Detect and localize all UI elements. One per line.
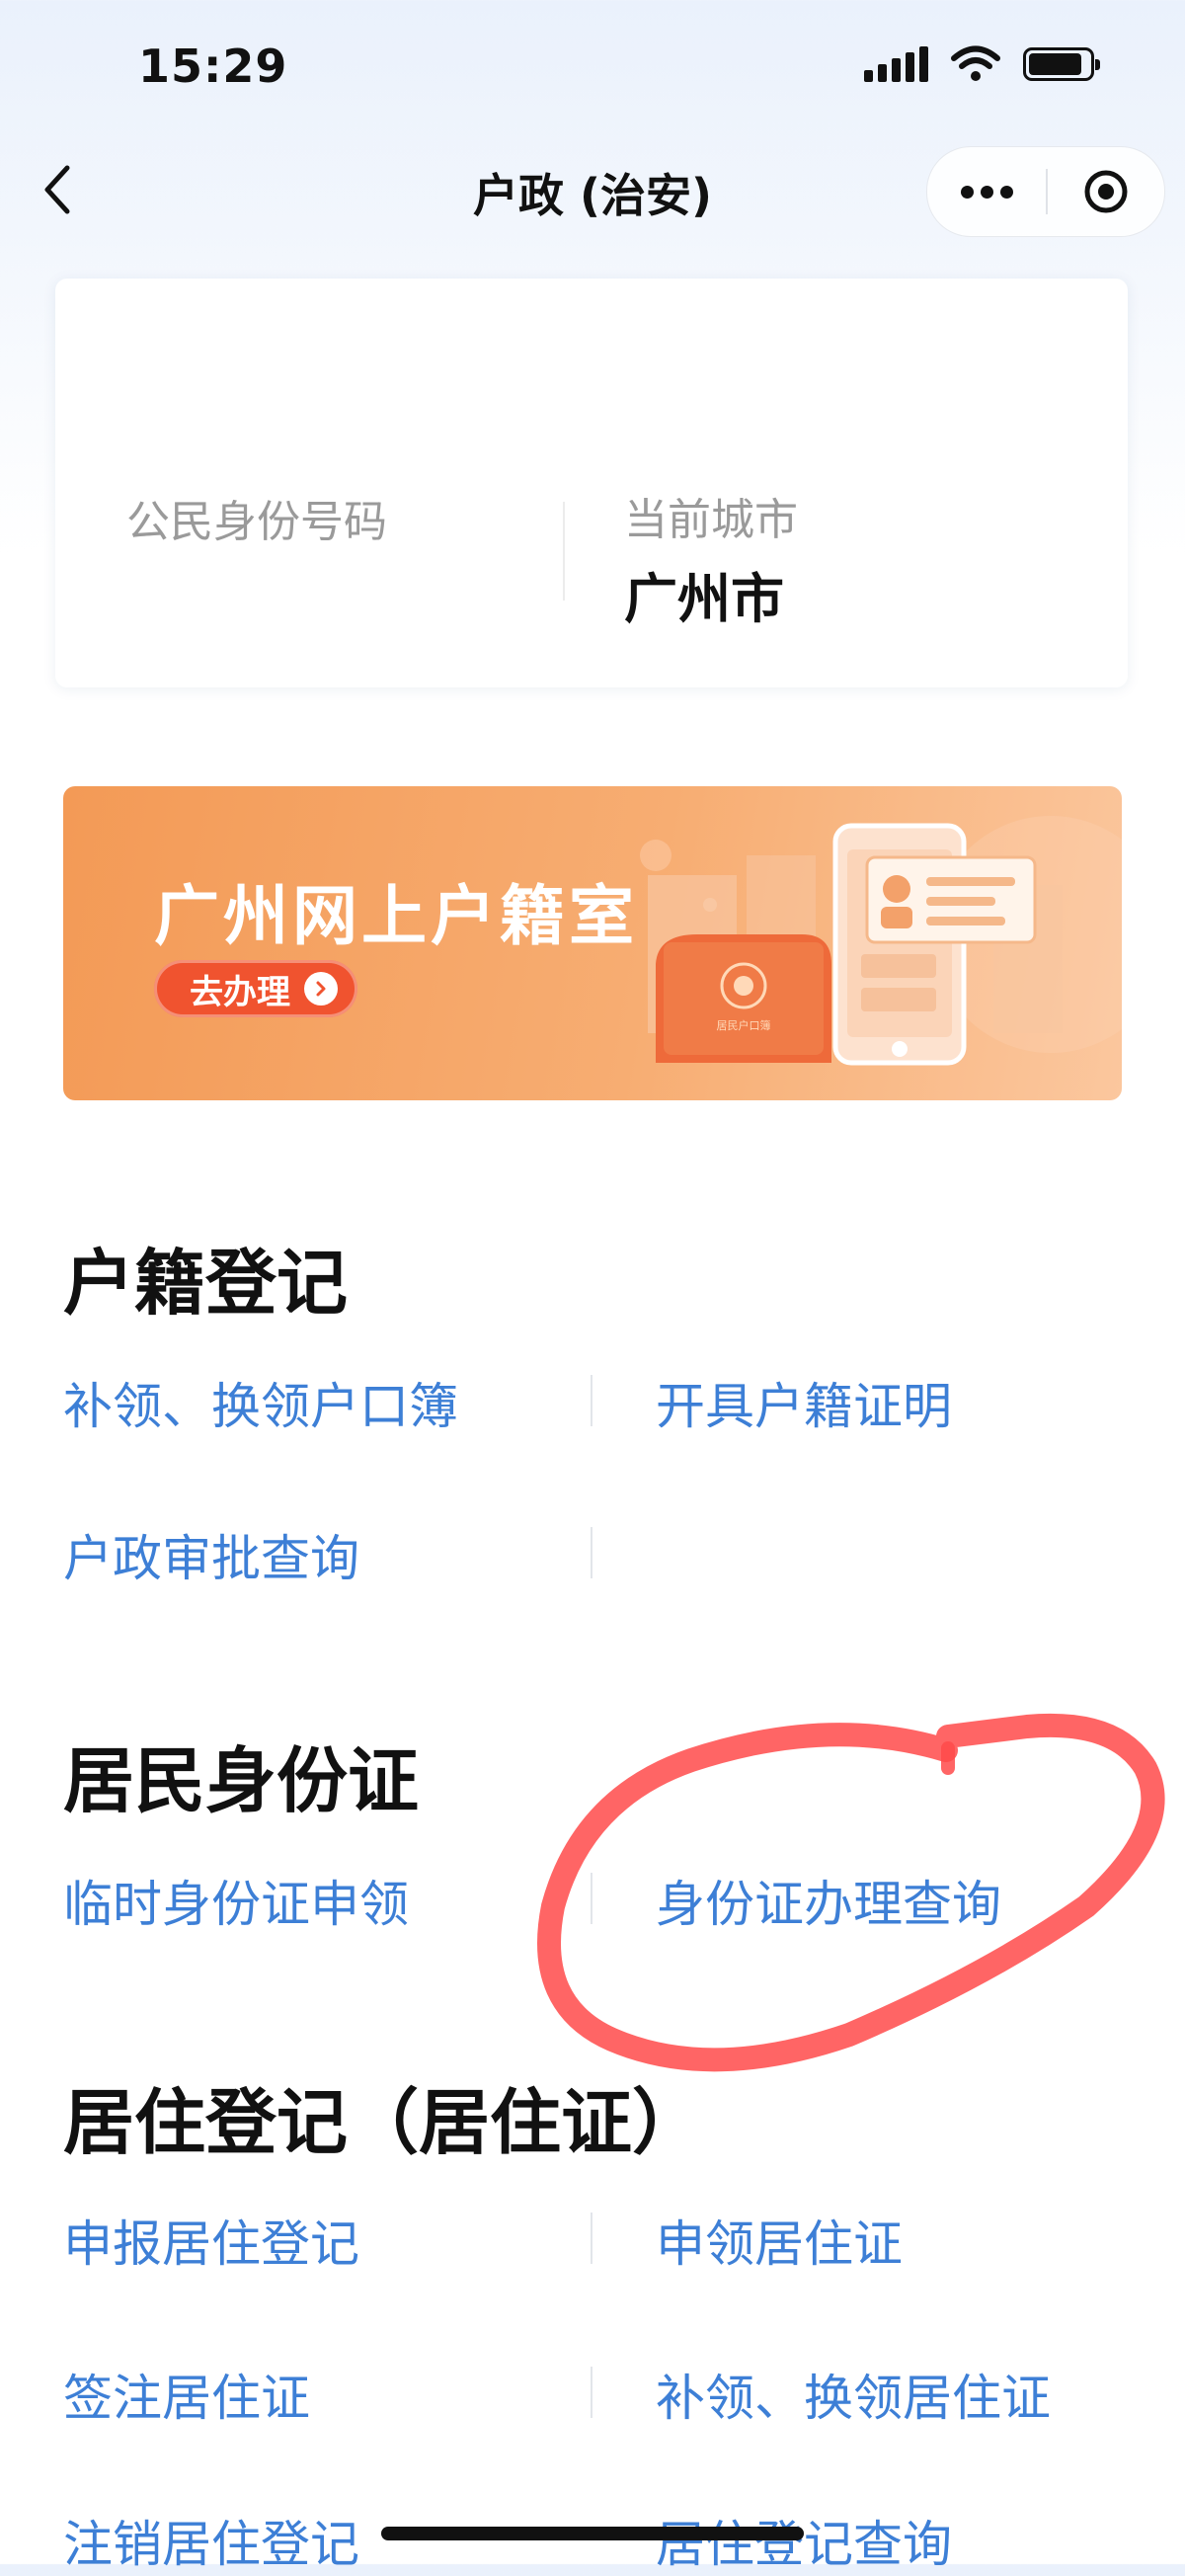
link-report-residence-registration[interactable]: 申报居住登记	[63, 2205, 359, 2276]
status-time: 15:29	[138, 40, 288, 93]
status-icons	[864, 45, 1100, 83]
mini-program-capsule	[926, 146, 1165, 237]
go-handle-label: 去办理	[190, 972, 290, 1012]
user-info-card: 公民身份号码 当前城市 广州市	[55, 279, 1128, 687]
booklet-text: 居民户口簿	[717, 1018, 771, 1032]
link-apply-residence-permit[interactable]: 申领居住证	[656, 2205, 903, 2276]
link-residence-registration-query[interactable]: 居住登记查询	[656, 2505, 952, 2576]
link-temporary-id-apply[interactable]: 临时身份证申领	[63, 1865, 409, 1936]
section-title-household: 户籍登记	[63, 1242, 349, 1325]
cellular-signal-icon	[864, 46, 928, 82]
online-household-banner[interactable]: 广州网上户籍室 去办理 居民户口簿	[63, 786, 1122, 1100]
battery-icon	[1023, 47, 1100, 81]
more-options-icon[interactable]	[927, 185, 1046, 199]
column-divider	[591, 2367, 592, 2418]
card-divider	[563, 502, 565, 601]
section-title-id-card: 居民身份证	[63, 1739, 420, 1822]
link-reissue-household-booklet[interactable]: 补领、换领户口簿	[63, 1367, 458, 1438]
section-title-residence: 居住登记（居住证）	[63, 2081, 704, 2164]
wifi-icon	[951, 45, 1000, 81]
column-divider	[591, 1527, 592, 1578]
link-cancel-residence-registration[interactable]: 注销居住登记	[63, 2505, 359, 2576]
link-reissue-residence-permit[interactable]: 补领、换领居住证	[656, 2359, 1051, 2430]
link-household-certificate[interactable]: 开具户籍证明	[656, 1367, 952, 1438]
close-miniprogram-icon[interactable]	[1048, 167, 1164, 216]
banner-title: 广州网上户籍室	[154, 878, 638, 954]
city-label: 当前城市	[624, 495, 798, 545]
column-divider	[591, 1375, 592, 1426]
chevron-right-icon	[304, 972, 338, 1006]
home-indicator[interactable]	[381, 2527, 804, 2540]
go-handle-button[interactable]: 去办理	[154, 960, 357, 1017]
column-divider	[591, 2213, 592, 2264]
link-endorse-residence-permit[interactable]: 签注居住证	[63, 2359, 310, 2430]
red-circle-annotation	[537, 1713, 1165, 2072]
household-register-illustration-icon: 居民户口簿	[648, 823, 1063, 1066]
id-number-label[interactable]: 公民身份号码	[126, 486, 387, 549]
city-value[interactable]: 广州市	[624, 555, 784, 633]
link-approval-query[interactable]: 户政审批查询	[63, 1519, 359, 1590]
